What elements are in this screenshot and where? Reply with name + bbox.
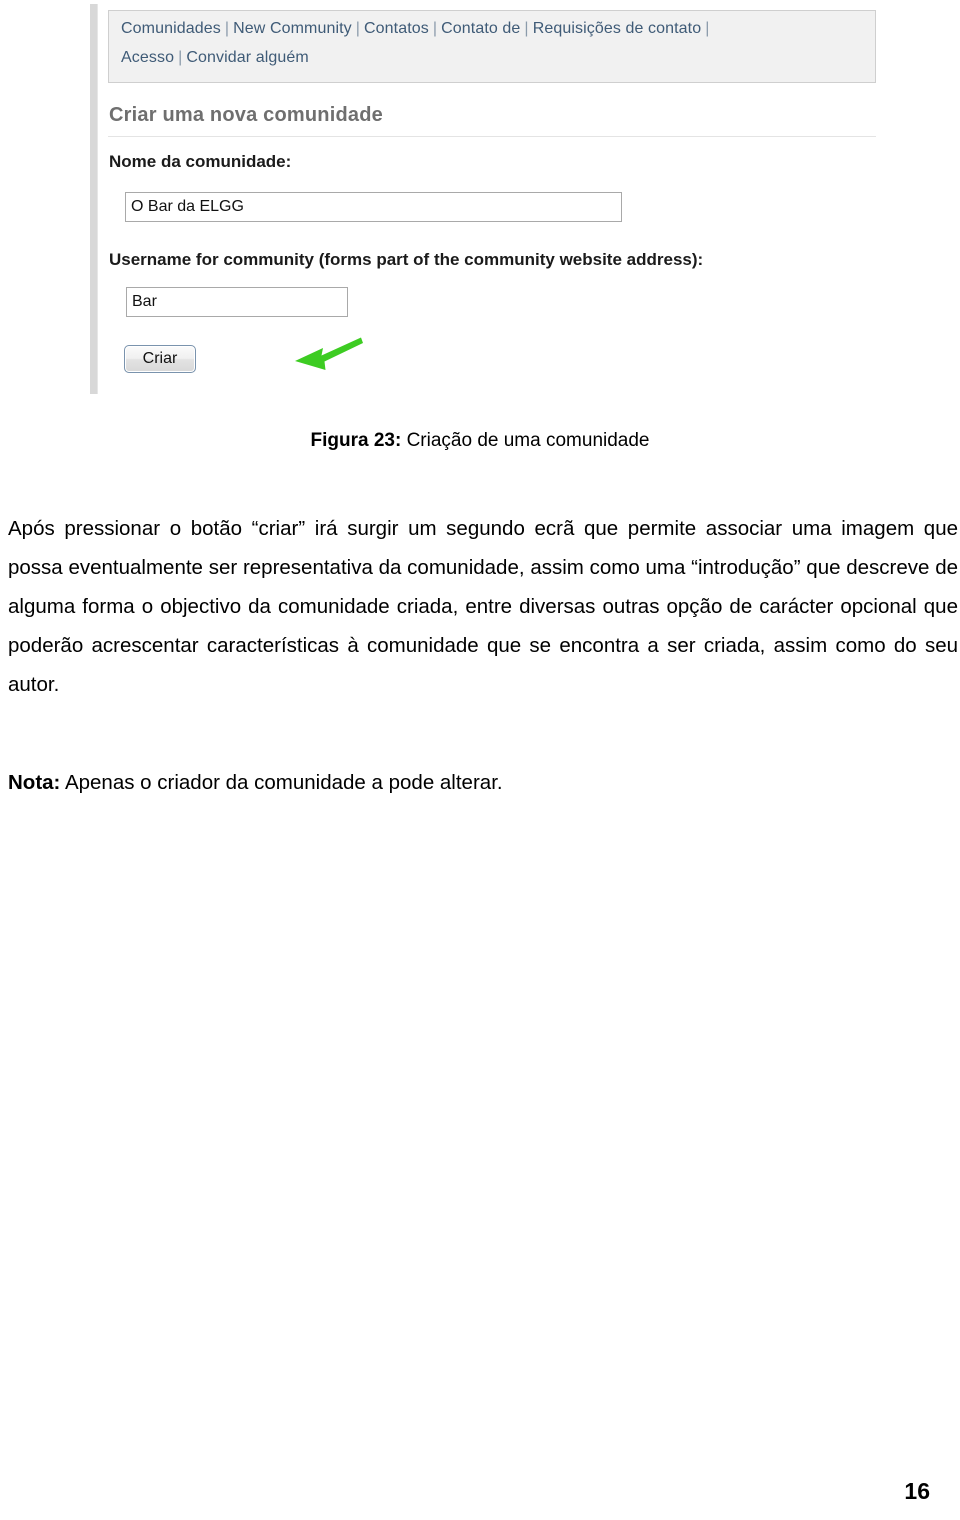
figure-caption: Figura 23: Criação de uma comunidade: [0, 430, 960, 452]
nav-separator: |: [178, 49, 183, 66]
nav-item-comunidades[interactable]: Comunidades: [121, 20, 221, 37]
create-community-button[interactable]: Criar: [124, 345, 196, 373]
community-username-label: Username for community (forms part of th…: [109, 250, 704, 269]
figure-caption-text: Criação de uma comunidade: [401, 430, 650, 451]
figure-caption-prefix: Figura 23:: [310, 430, 402, 451]
nav-separator: |: [705, 20, 710, 37]
nav-item-requisicoes-de-contato[interactable]: Requisições de contato: [533, 20, 702, 37]
community-nav-bar: Comunidades | New Community | Contatos | Conta…: [108, 10, 876, 83]
body-paragraph: Após pressionar o botão “criar” irá surg…: [8, 516, 958, 696]
nav-item-contato-de[interactable]: Contato de: [441, 20, 520, 37]
nav-separator: |: [524, 20, 529, 37]
nav-item-convidar-alguem[interactable]: Convidar alguém: [186, 49, 308, 66]
nav-separator: |: [432, 20, 438, 37]
community-username-input[interactable]: [126, 287, 348, 317]
nav-item-acesso[interactable]: Acesso: [121, 49, 174, 66]
arrow-left-icon: [293, 334, 365, 376]
nav-row-secondary: Acesso | Convidar alguém: [121, 49, 309, 67]
nav-separator: |: [355, 20, 361, 37]
figure-screenshot: Comunidades | New Community | Contatos | Conta…: [90, 0, 880, 396]
page-number: 16: [904, 1478, 930, 1504]
community-name-label: Nome da comunidade:: [109, 152, 292, 171]
note-prefix: Nota:: [8, 770, 61, 794]
nav-separator: |: [224, 20, 230, 37]
note-text: Apenas o criador da comunidade a pode al…: [60, 770, 503, 794]
community-name-input[interactable]: [125, 192, 622, 222]
heading-divider: [108, 136, 876, 137]
nav-item-new-community[interactable]: New Community: [233, 20, 352, 37]
note-paragraph: Nota: Apenas o criador da comunidade a p…: [8, 763, 958, 802]
screenshot-content: Comunidades | New Community | Contatos | Conta…: [97, 0, 880, 396]
page-title: Criar uma nova comunidade: [109, 104, 383, 126]
nav-row-primary: Comunidades | New Community | Contatos | Conta…: [121, 20, 713, 38]
nav-item-contatos[interactable]: Contatos: [364, 20, 429, 37]
